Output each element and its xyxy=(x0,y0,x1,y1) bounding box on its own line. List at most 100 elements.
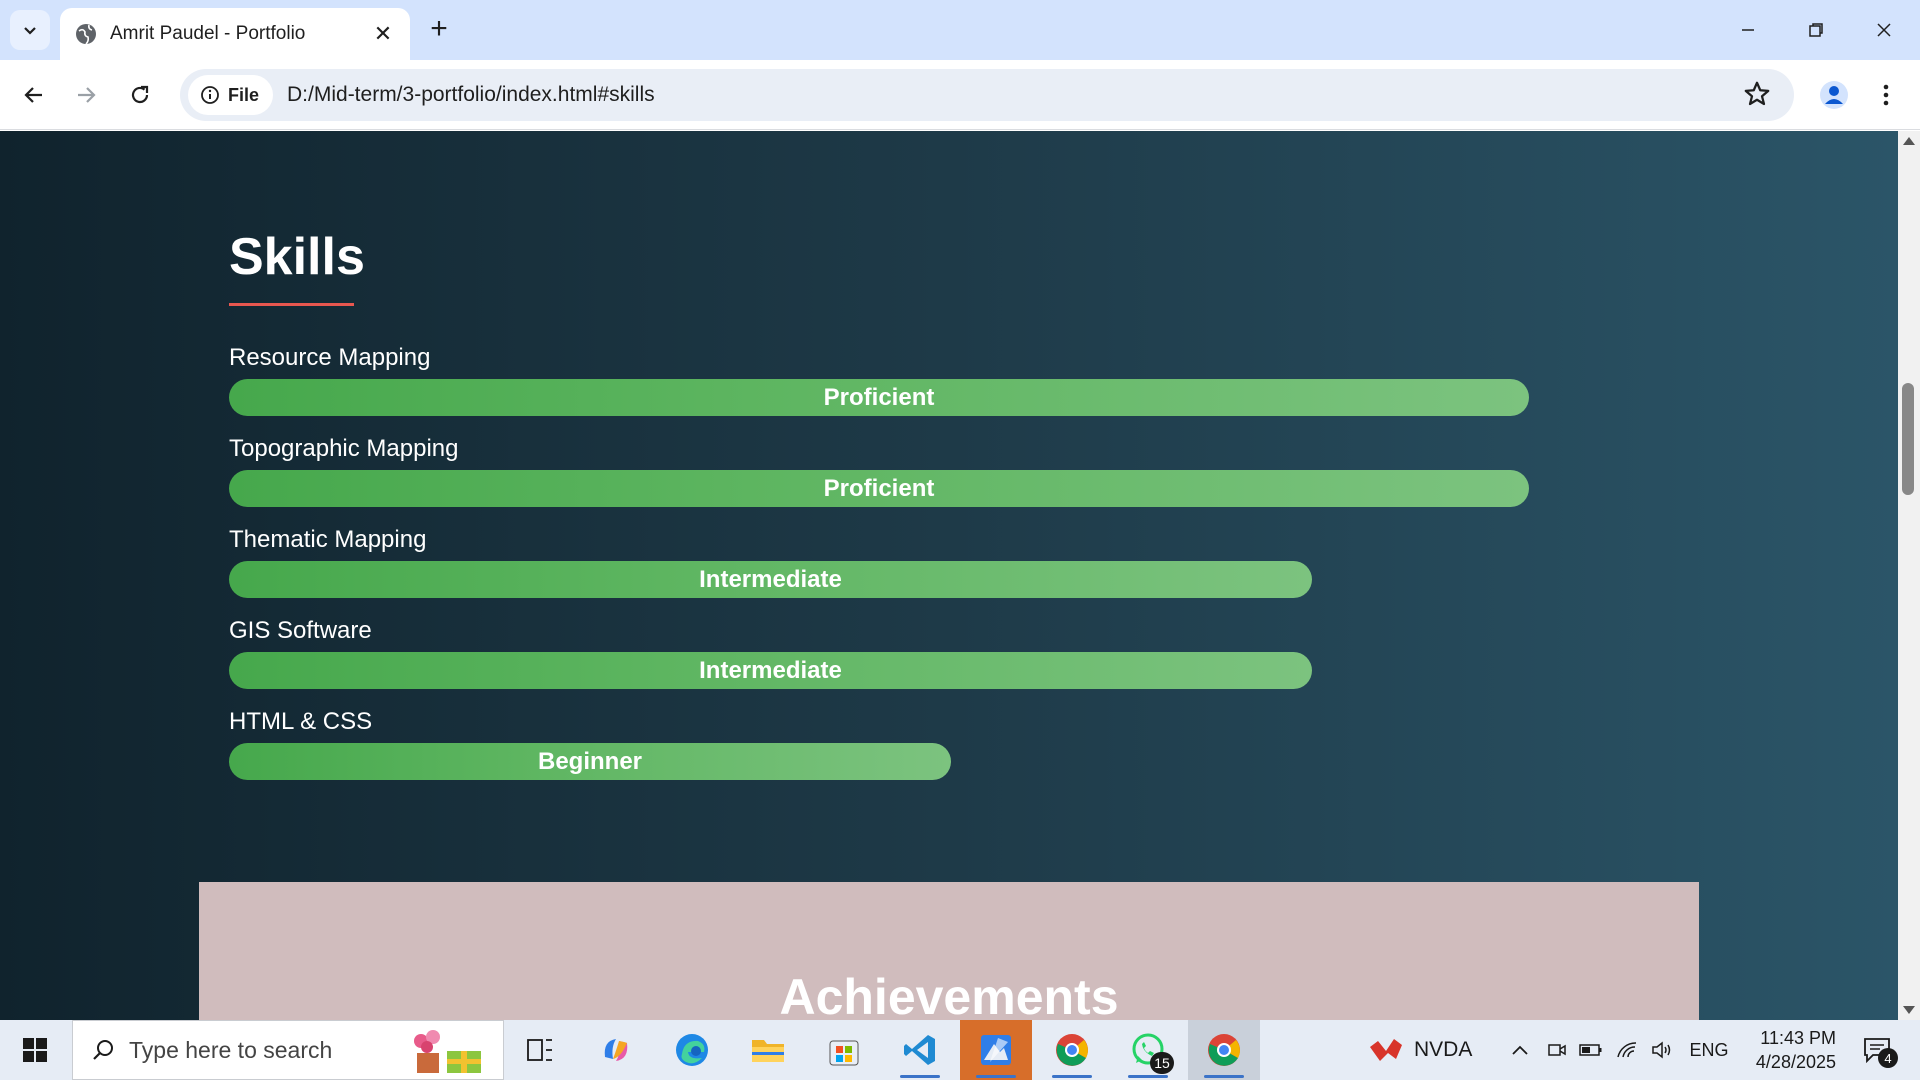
language-indicator[interactable]: ENG xyxy=(1684,1020,1734,1080)
restore-icon xyxy=(1809,23,1823,37)
chevron-up-icon xyxy=(1512,1045,1528,1055)
globe-icon xyxy=(76,24,96,45)
skill-label: Resource Mapping xyxy=(229,344,431,371)
edge-app[interactable] xyxy=(656,1020,728,1080)
task-view-icon xyxy=(527,1039,552,1061)
whatsapp-badge: 15 xyxy=(1150,1052,1174,1074)
profile-button[interactable] xyxy=(1812,73,1856,117)
speaker-icon xyxy=(1652,1041,1671,1059)
meet-now-tray[interactable] xyxy=(1542,1020,1572,1080)
chrome-app-active[interactable] xyxy=(1188,1020,1260,1080)
running-indicator xyxy=(1128,1075,1168,1078)
copilot-app[interactable] xyxy=(580,1020,652,1080)
battery-tray[interactable] xyxy=(1576,1020,1606,1080)
edge-icon xyxy=(676,1034,708,1066)
skill-bar: Intermediate xyxy=(229,561,1312,598)
nvda-tray-item[interactable]: NVDA xyxy=(1368,1020,1472,1080)
microsoft-store-app[interactable] xyxy=(808,1020,880,1080)
skill-label: HTML & CSS xyxy=(229,708,373,735)
browser-toolbar: File D:/Mid-term/3-portfolio/index.html#… xyxy=(0,60,1920,130)
taskbar: Type here to search 15 NVDA ENG 11:43 PM… xyxy=(0,1020,1920,1080)
bookmark-button[interactable] xyxy=(1742,79,1772,114)
maps-app[interactable] xyxy=(960,1020,1032,1080)
nvda-label: NVDA xyxy=(1414,1038,1473,1061)
close-icon xyxy=(1877,23,1891,37)
skill-level: Proficient xyxy=(823,474,935,502)
search-icon xyxy=(93,1040,113,1060)
scrollbar-thumb[interactable] xyxy=(1902,383,1914,495)
wifi-tray[interactable] xyxy=(1612,1020,1642,1080)
skill-bar: Proficient xyxy=(229,379,1529,416)
skill-item: Resource Mapping Proficient xyxy=(229,343,1529,416)
task-view-button[interactable] xyxy=(504,1020,576,1080)
avatar-icon xyxy=(1820,81,1848,109)
vscode-icon xyxy=(904,1035,935,1065)
show-hidden-icons-button[interactable] xyxy=(1502,1020,1538,1080)
skill-label: Topographic Mapping xyxy=(229,435,459,462)
copilot-icon xyxy=(604,1039,628,1061)
back-button[interactable] xyxy=(12,73,56,117)
minimize-button[interactable] xyxy=(1718,8,1778,52)
heading-underline xyxy=(229,303,354,306)
language-label: ENG xyxy=(1689,1039,1729,1060)
reload-button[interactable] xyxy=(118,73,162,117)
running-indicator xyxy=(976,1075,1016,1078)
clock-date: 4/28/2025 xyxy=(1755,1052,1836,1072)
windows-logo-icon xyxy=(23,1038,47,1062)
skill-item: Topographic Mapping Proficient xyxy=(229,434,1529,507)
close-window-button[interactable] xyxy=(1854,8,1914,52)
search-placeholder: Type here to search xyxy=(129,1036,333,1063)
forward-button[interactable] xyxy=(64,73,108,117)
vscode-app[interactable] xyxy=(884,1020,956,1080)
skill-label: Thematic Mapping xyxy=(229,526,427,553)
file-explorer-app[interactable] xyxy=(732,1020,804,1080)
arrow-right-icon xyxy=(78,87,96,103)
scroll-down-arrow-icon[interactable] xyxy=(1903,1006,1915,1014)
skill-bar: Intermediate xyxy=(229,652,1312,689)
new-tab-button[interactable]: + xyxy=(422,12,456,46)
browser-tab[interactable]: Amrit Paudel - Portfolio ✕ xyxy=(60,8,410,60)
store-icon xyxy=(829,1040,859,1066)
restore-button[interactable] xyxy=(1786,8,1846,52)
skill-item: Thematic Mapping Intermediate xyxy=(229,525,1312,598)
page-scrollbar[interactable] xyxy=(1898,131,1920,1020)
notification-center-button[interactable]: 4 xyxy=(1852,1030,1902,1070)
site-info-chip[interactable]: File xyxy=(188,75,274,115)
reload-icon xyxy=(131,85,149,104)
scroll-up-arrow-icon[interactable] xyxy=(1903,137,1915,145)
tab-search-button[interactable] xyxy=(10,10,50,50)
running-indicator xyxy=(900,1075,940,1078)
skill-level: Intermediate xyxy=(699,656,842,684)
folder-icon xyxy=(752,1040,784,1062)
start-button[interactable] xyxy=(10,1030,60,1070)
arrow-left-icon xyxy=(24,87,42,103)
chrome-icon xyxy=(1056,1034,1088,1066)
taskbar-search-box[interactable]: Type here to search xyxy=(72,1020,504,1080)
running-indicator xyxy=(1052,1075,1092,1078)
skill-level: Beginner xyxy=(537,747,642,775)
video-call-icon xyxy=(1548,1044,1566,1056)
more-vertical-icon xyxy=(1883,84,1889,106)
clock-time: 11:43 PM xyxy=(1760,1028,1836,1048)
skill-item: GIS Software Intermediate xyxy=(229,616,1312,689)
achievements-section: Achievements xyxy=(199,882,1699,1020)
battery-icon xyxy=(1579,1044,1602,1056)
clock[interactable]: 11:43 PM 4/28/2025 xyxy=(1736,1026,1836,1074)
info-icon xyxy=(201,86,219,104)
tab-close-button[interactable]: ✕ xyxy=(370,21,396,47)
chrome-app[interactable] xyxy=(1036,1020,1108,1080)
whatsapp-app[interactable]: 15 xyxy=(1112,1020,1184,1080)
notification-count: 4 xyxy=(1878,1048,1898,1068)
page-viewport: Skills Resource Mapping Proficient Topog… xyxy=(0,131,1898,1020)
browser-menu-button[interactable] xyxy=(1866,73,1906,117)
star-icon xyxy=(1744,81,1770,106)
volume-tray[interactable] xyxy=(1648,1020,1678,1080)
address-bar[interactable]: File D:/Mid-term/3-portfolio/index.html#… xyxy=(180,69,1794,121)
search-highlight-flowers-icon xyxy=(414,1030,481,1073)
site-info-label: File xyxy=(228,84,260,105)
nvda-icon xyxy=(1370,1039,1402,1061)
skill-bar: Beginner xyxy=(229,743,951,780)
url-text: D:/Mid-term/3-portfolio/index.html#skill… xyxy=(287,83,655,106)
minimize-icon xyxy=(1742,29,1754,31)
map-app-icon xyxy=(981,1035,1011,1065)
